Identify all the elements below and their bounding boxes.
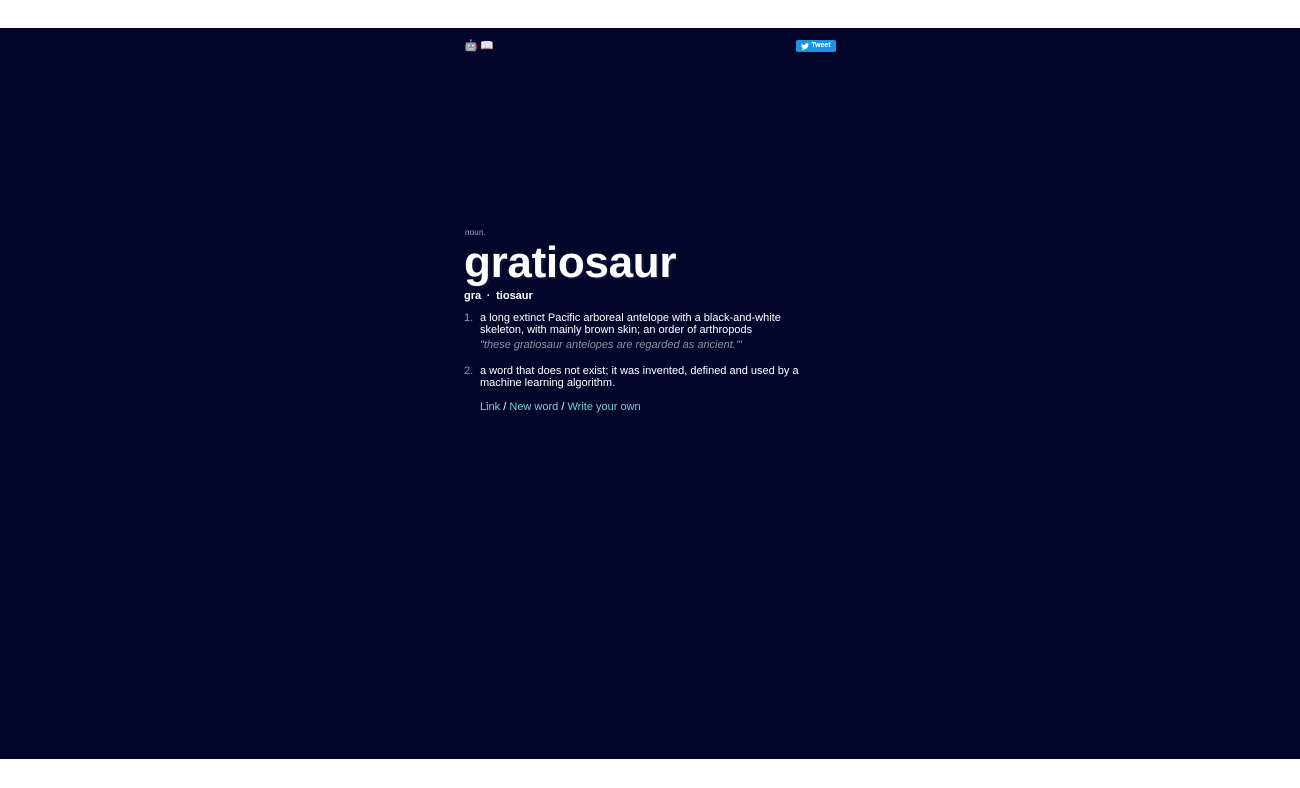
syllable-breakdown: gra · tiosaur — [464, 290, 824, 302]
robot-icon[interactable]: 🤖 — [464, 40, 478, 52]
definition-item: 2. a word that does not exist; it was in… — [464, 365, 824, 389]
definition-number: 2. — [464, 365, 474, 377]
page-viewport: 🤖 📖 Tweet noun. gratiosaur gra · tiosaur… — [0, 28, 1300, 759]
tweet-label: Tweet — [811, 42, 831, 49]
definition-item: 1. a long extinct Pacific arboreal antel… — [464, 312, 824, 351]
write-your-own-link[interactable]: Write your own — [567, 401, 640, 413]
definition-text: a long extinct Pacific arboreal antelope… — [480, 312, 781, 336]
part-of-speech: noun. — [465, 228, 487, 237]
entry-word: gratiosaur — [464, 238, 677, 287]
syllable-separator: · — [486, 290, 491, 302]
dictionary-entry: noun. gratiosaur gra · tiosaur 1. a long… — [464, 228, 824, 413]
top-bar: 🤖 📖 Tweet — [464, 40, 836, 54]
new-word-link[interactable]: New word — [509, 401, 558, 413]
tweet-button[interactable]: Tweet — [796, 40, 836, 52]
entry-actions: Link / New word / Write your own — [464, 401, 824, 413]
syllable: tiosaur — [496, 290, 533, 302]
book-icon[interactable]: 📖 — [480, 40, 494, 52]
syllable: gra — [464, 290, 482, 302]
usage-example: "these gratiosaur antelopes are regarded… — [480, 339, 742, 351]
definition-list: 1. a long extinct Pacific arboreal antel… — [464, 312, 824, 389]
permalink-link[interactable]: Link — [480, 401, 500, 413]
header-icon-links: 🤖 📖 — [464, 40, 494, 52]
definition-text: a word that does not exist; it was inven… — [480, 365, 799, 389]
definition-number: 1. — [464, 312, 474, 324]
twitter-bird-icon — [801, 42, 810, 50]
